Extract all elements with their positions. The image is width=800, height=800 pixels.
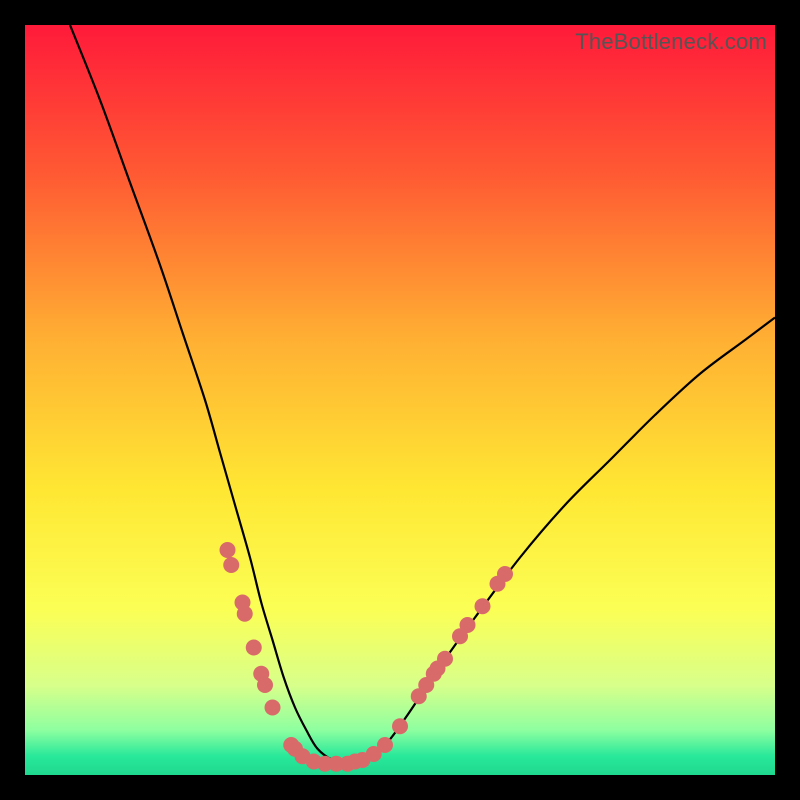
data-marker — [377, 737, 393, 753]
data-marker — [265, 700, 281, 716]
data-marker — [475, 598, 491, 614]
marker-group — [220, 542, 514, 772]
watermark-text: TheBottleneck.com — [575, 29, 767, 55]
data-marker — [237, 606, 253, 622]
data-marker — [437, 651, 453, 667]
data-marker — [460, 617, 476, 633]
bottleneck-curve — [70, 25, 775, 764]
data-marker — [220, 542, 236, 558]
chart-frame: TheBottleneck.com — [0, 0, 800, 800]
data-marker — [497, 566, 513, 582]
curve-layer — [25, 25, 775, 775]
data-marker — [257, 677, 273, 693]
data-marker — [392, 718, 408, 734]
plot-area: TheBottleneck.com — [25, 25, 775, 775]
data-marker — [223, 557, 239, 573]
data-marker — [246, 640, 262, 656]
